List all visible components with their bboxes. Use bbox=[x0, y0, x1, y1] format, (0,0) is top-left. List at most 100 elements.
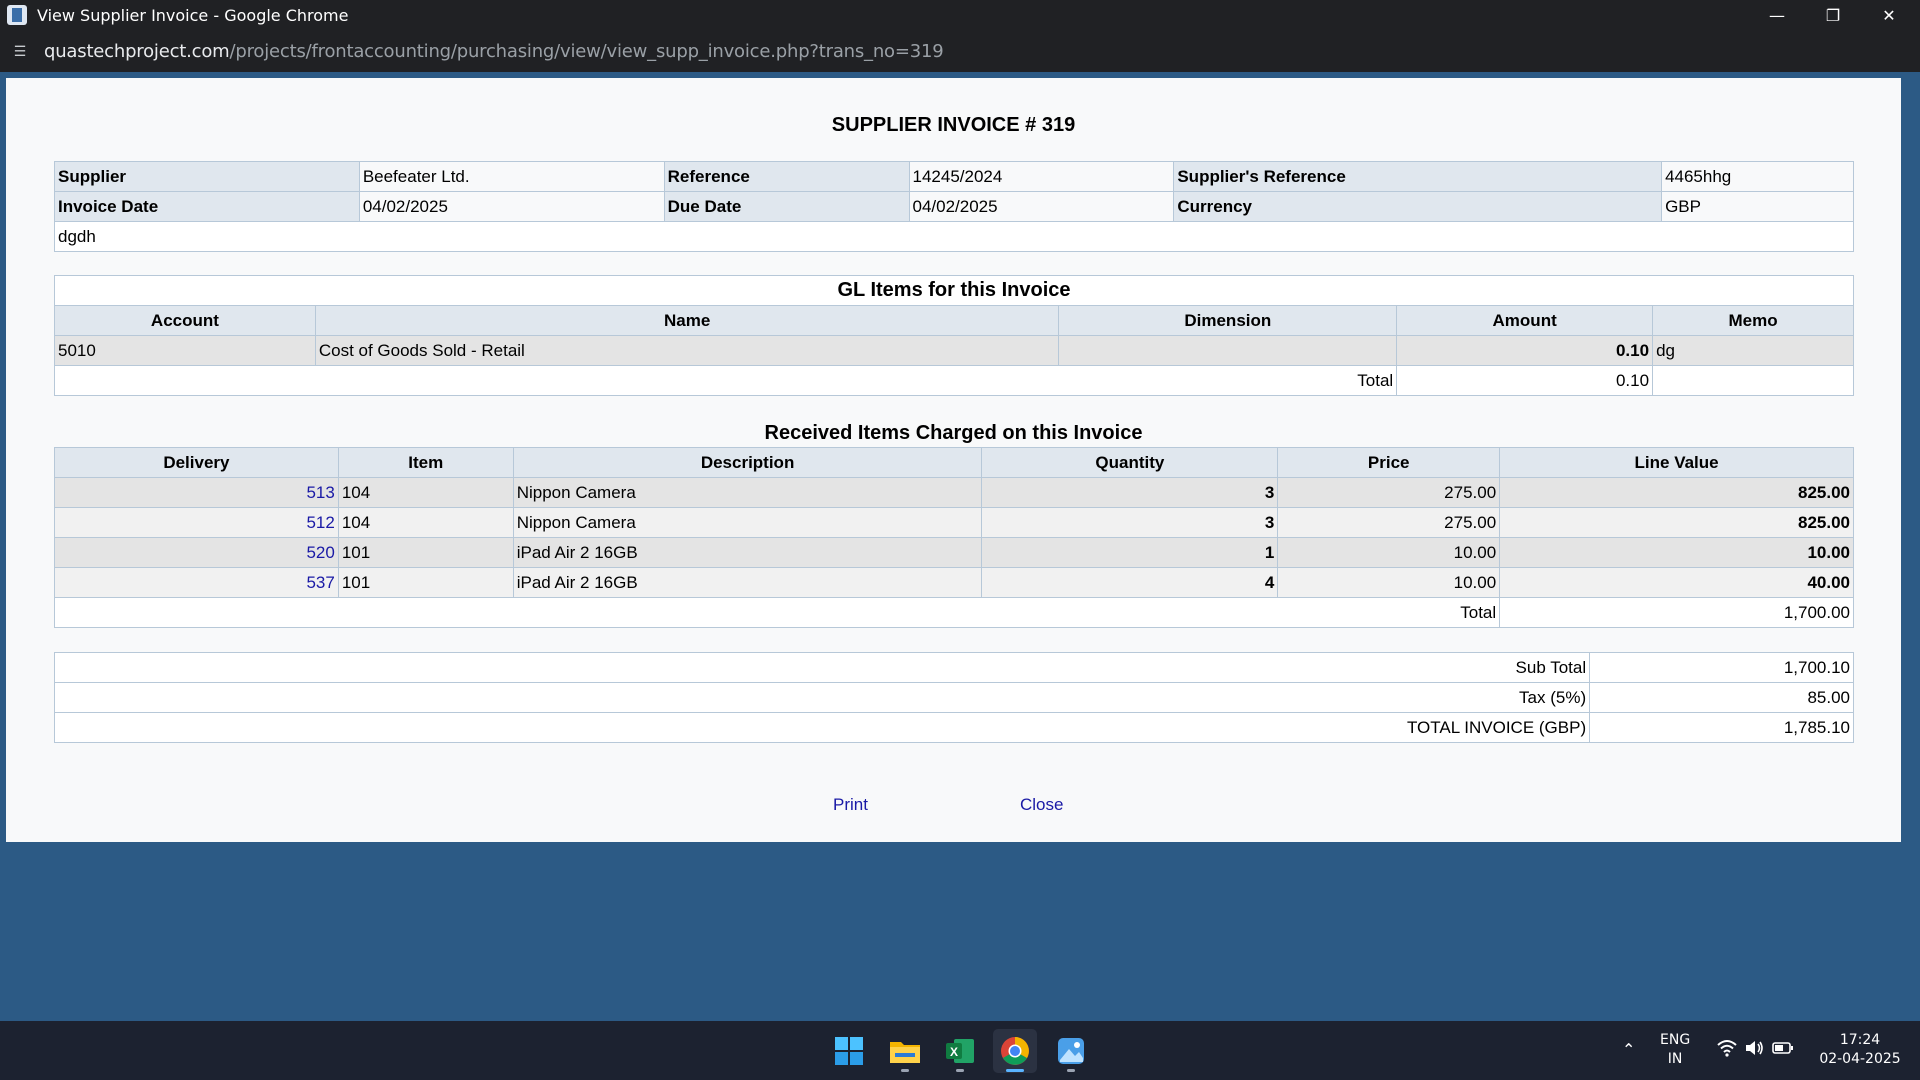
item-quantity: 1 bbox=[981, 537, 1279, 568]
received-total-value: 1,700.00 bbox=[1499, 597, 1854, 628]
invoice-memo: dgdh bbox=[54, 221, 1854, 252]
gl-items-table: GL Items for this Invoice Account Name D… bbox=[53, 275, 1854, 396]
supplier-reference-value: 4465hhg bbox=[1661, 161, 1854, 192]
site-info-icon[interactable]: ☰ bbox=[6, 37, 34, 65]
item-code: 104 bbox=[337, 477, 514, 508]
header-row: Supplier Beefeater Ltd. Reference 14245/… bbox=[54, 161, 1854, 192]
minimize-button[interactable]: — bbox=[1749, 0, 1805, 30]
col-header-quantity: Quantity bbox=[981, 447, 1279, 478]
reference-label: Reference bbox=[663, 161, 910, 192]
item-code: 101 bbox=[337, 567, 514, 598]
received-items-title: Received Items Charged on this Invoice bbox=[764, 422, 1143, 444]
volume-icon[interactable] bbox=[1744, 1039, 1764, 1063]
invoice-date-value: 04/02/2025 bbox=[358, 191, 665, 222]
chrome-icon[interactable] bbox=[993, 1029, 1037, 1073]
item-description: Nippon Camera bbox=[512, 507, 983, 538]
item-price: 10.00 bbox=[1277, 567, 1501, 598]
tax-label: Tax (5%) bbox=[53, 682, 1591, 713]
table-row: 512 104 Nippon Camera 3 275.00 825.00 bbox=[54, 507, 1854, 538]
item-price: 275.00 bbox=[1277, 477, 1501, 508]
received-total-label: Total bbox=[53, 597, 1501, 628]
invoice-title: SUPPLIER INVOICE # 319 bbox=[831, 114, 1076, 136]
currency-label: Currency bbox=[1173, 191, 1663, 222]
table-row: 520 101 iPad Air 2 16GB 1 10.00 10.00 bbox=[54, 537, 1854, 568]
item-line-value: 40.00 bbox=[1499, 567, 1854, 598]
received-items-table: Delivery Item Description Quantity Price… bbox=[53, 447, 1854, 628]
col-header-amount: Amount bbox=[1396, 305, 1654, 336]
invoice-date-label: Invoice Date bbox=[54, 191, 360, 222]
language-indicator[interactable]: ENG IN bbox=[1660, 1031, 1690, 1069]
sub-total-row: Sub Total 1,700.10 bbox=[53, 652, 1854, 683]
gl-name: Cost of Goods Sold - Retail bbox=[314, 335, 1060, 366]
battery-icon[interactable] bbox=[1772, 1039, 1794, 1063]
table-row: 537 101 iPad Air 2 16GB 4 10.00 40.00 bbox=[54, 567, 1854, 598]
chevron-up-icon[interactable]: ⌃ bbox=[1622, 1040, 1635, 1059]
col-header-name: Name bbox=[314, 305, 1060, 336]
item-code: 101 bbox=[337, 537, 514, 568]
item-price: 10.00 bbox=[1277, 537, 1501, 568]
delivery-link[interactable]: 512 bbox=[306, 513, 334, 532]
delivery-link[interactable]: 520 bbox=[306, 543, 334, 562]
delivery-link[interactable]: 513 bbox=[306, 483, 334, 502]
item-description: Nippon Camera bbox=[512, 477, 983, 508]
received-total-row: Total 1,700.00 bbox=[53, 597, 1854, 628]
page-content: SUPPLIER INVOICE # 319 Supplier Beefeate… bbox=[6, 78, 1901, 842]
item-quantity: 3 bbox=[981, 477, 1279, 508]
window-title: View Supplier Invoice - Google Chrome bbox=[37, 5, 349, 25]
gl-header-row: Account Name Dimension Amount Memo bbox=[54, 305, 1854, 336]
taskbar: X ⌃ ENG IN 17:24 02-04-2025 bbox=[0, 1021, 1920, 1080]
close-window-button[interactable]: ✕ bbox=[1861, 0, 1917, 30]
supplier-value: Beefeater Ltd. bbox=[358, 161, 665, 192]
gl-memo: dg bbox=[1652, 335, 1854, 366]
supplier-label: Supplier bbox=[54, 161, 360, 192]
reference-value: 14245/2024 bbox=[908, 161, 1175, 192]
file-explorer-icon[interactable] bbox=[883, 1029, 927, 1073]
tax-value: 85.00 bbox=[1589, 682, 1854, 713]
gl-items-title: GL Items for this Invoice bbox=[54, 275, 1854, 306]
table-row: 5010 Cost of Goods Sold - Retail 0.10 dg bbox=[54, 335, 1854, 366]
item-price: 275.00 bbox=[1277, 507, 1501, 538]
header-row: Invoice Date 04/02/2025 Due Date 04/02/2… bbox=[54, 191, 1854, 222]
gl-amount: 0.10 bbox=[1396, 335, 1654, 366]
page-favicon-icon bbox=[7, 5, 27, 25]
grand-total-value: 1,785.10 bbox=[1589, 712, 1854, 743]
col-header-item: Item bbox=[337, 447, 514, 478]
col-header-line-value: Line Value bbox=[1499, 447, 1854, 478]
item-line-value: 825.00 bbox=[1499, 477, 1854, 508]
col-header-account: Account bbox=[54, 305, 316, 336]
url-text[interactable]: quastechproject.com/projects/frontaccoun… bbox=[44, 41, 944, 62]
grand-total-label: TOTAL INVOICE (GBP) bbox=[53, 712, 1591, 743]
window-titlebar: View Supplier Invoice - Google Chrome — … bbox=[0, 0, 1920, 30]
address-bar[interactable]: ☰ quastechproject.com/projects/frontacco… bbox=[0, 30, 1920, 72]
due-date-label: Due Date bbox=[663, 191, 910, 222]
col-header-price: Price bbox=[1277, 447, 1501, 478]
supplier-reference-label: Supplier's Reference bbox=[1173, 161, 1663, 192]
close-link[interactable]: Close bbox=[1020, 795, 1063, 815]
item-line-value: 10.00 bbox=[1499, 537, 1854, 568]
print-link[interactable]: Print bbox=[833, 795, 868, 815]
item-line-value: 825.00 bbox=[1499, 507, 1854, 538]
delivery-link[interactable]: 537 bbox=[306, 573, 334, 592]
photos-icon[interactable] bbox=[1049, 1029, 1093, 1073]
sub-total-value: 1,700.10 bbox=[1589, 652, 1854, 683]
col-header-memo: Memo bbox=[1652, 305, 1854, 336]
windows-start-icon[interactable] bbox=[827, 1029, 871, 1073]
clock[interactable]: 17:24 02-04-2025 bbox=[1812, 1031, 1908, 1069]
col-header-delivery: Delivery bbox=[54, 447, 339, 478]
item-quantity: 4 bbox=[981, 567, 1279, 598]
invoice-header-table: Supplier Beefeater Ltd. Reference 14245/… bbox=[54, 161, 1854, 252]
currency-value: GBP bbox=[1661, 191, 1854, 222]
gl-dimension bbox=[1058, 335, 1398, 366]
item-quantity: 3 bbox=[981, 507, 1279, 538]
wifi-icon[interactable] bbox=[1717, 1039, 1737, 1063]
grand-total-row: TOTAL INVOICE (GBP) 1,785.10 bbox=[53, 712, 1854, 743]
excel-icon[interactable]: X bbox=[938, 1029, 982, 1073]
restore-button[interactable]: ❐ bbox=[1805, 0, 1861, 30]
item-description: iPad Air 2 16GB bbox=[512, 537, 983, 568]
due-date-value: 04/02/2025 bbox=[908, 191, 1175, 222]
col-header-dimension: Dimension bbox=[1058, 305, 1398, 336]
svg-text:X: X bbox=[950, 1045, 958, 1059]
gl-total-label: Total bbox=[53, 365, 1398, 396]
gl-total-row: Total 0.10 bbox=[53, 365, 1854, 396]
item-description: iPad Air 2 16GB bbox=[512, 567, 983, 598]
